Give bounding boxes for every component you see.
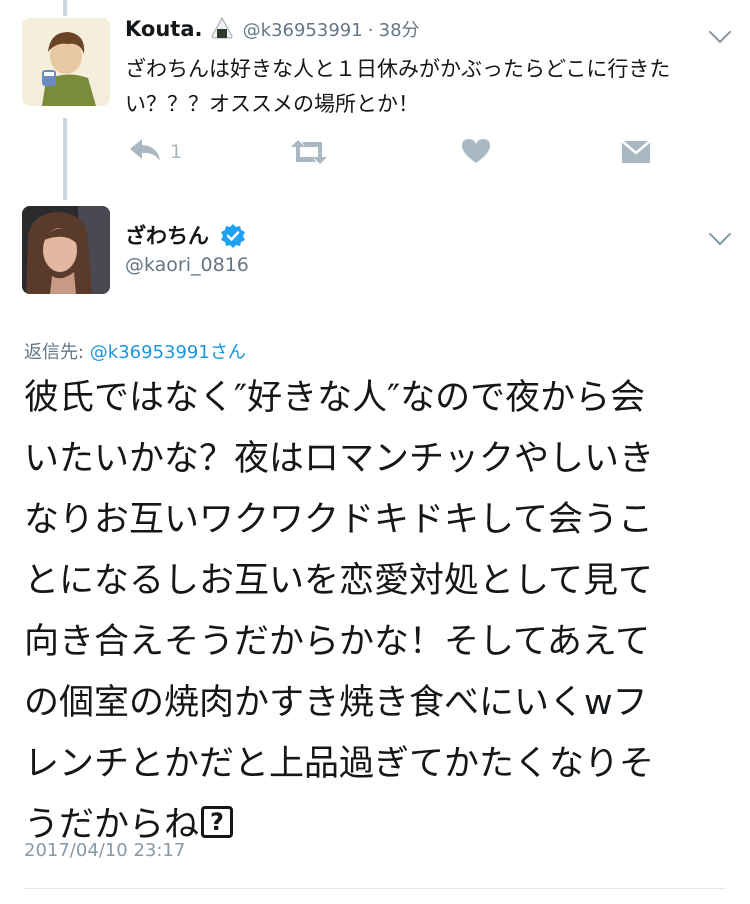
reply-text: ざわちんは好きな人と１日休みがかぶったらどこに行きたい？？？オススメの場所とか！ xyxy=(125,57,671,116)
main-display-name[interactable]: ざわちん xyxy=(125,224,209,248)
reply-count: 1 xyxy=(170,141,183,163)
like-icon xyxy=(461,138,491,168)
missing-emoji-icon: ? xyxy=(201,806,234,838)
thread-line-bottom xyxy=(63,118,67,200)
tweet-timestamp[interactable]: 2017/04/10 23:17 xyxy=(24,840,185,861)
dm-button[interactable] xyxy=(621,140,651,168)
avatar-zawachin[interactable] xyxy=(22,206,110,294)
retweet-button[interactable] xyxy=(289,139,329,169)
verified-badge-icon xyxy=(220,223,246,249)
text-line: いたいかな？夜はロマンチックやしいき xyxy=(24,439,655,479)
text-line-content: うだからね xyxy=(24,805,200,845)
like-button[interactable] xyxy=(461,138,491,168)
replying-prefix: 返信先: xyxy=(24,342,90,363)
reply-button[interactable]: 1 xyxy=(128,137,182,167)
main-tweet-text: 彼氏ではなく″好きな人″なので夜から会 いたいかな？夜はロマンチックやしいき な… xyxy=(24,368,729,856)
reply-handle[interactable]: @k36953991 xyxy=(243,20,363,41)
reply-display-name[interactable]: Kouta. xyxy=(125,17,202,41)
replying-to: 返信先: @k36953991さん xyxy=(24,338,246,364)
main-handle[interactable]: @kaori_0816 xyxy=(125,254,249,276)
divider xyxy=(24,888,726,889)
text-line: なりお互いワクワクドキドキして会うこ xyxy=(24,500,653,540)
dm-icon xyxy=(621,140,651,168)
text-line: 向き合えそうだからかな！そしてあえて xyxy=(24,622,651,662)
text-line: の個室の焼肉かすき焼き食べにいくwフ xyxy=(24,683,648,723)
retweet-icon xyxy=(289,139,329,169)
thread-line-top xyxy=(63,0,67,16)
onigiri-icon xyxy=(210,16,234,44)
text-line: レンチとかだと上品過ぎてかたくなりそ xyxy=(24,744,655,784)
reply-icon xyxy=(128,137,162,167)
reply-time[interactable]: 38分 xyxy=(379,20,420,41)
chevron-down-icon[interactable] xyxy=(708,222,732,246)
chevron-down-icon[interactable] xyxy=(708,20,732,44)
text-line: 彼氏ではなく″好きな人″なので夜から会 xyxy=(24,378,646,418)
text-line: とになるしお互いを恋愛対処として見て xyxy=(24,561,653,601)
reply-time-separator: · xyxy=(367,20,374,41)
replying-mention-link[interactable]: @k36953991さん xyxy=(90,342,246,363)
avatar-kouta[interactable] xyxy=(22,18,110,106)
